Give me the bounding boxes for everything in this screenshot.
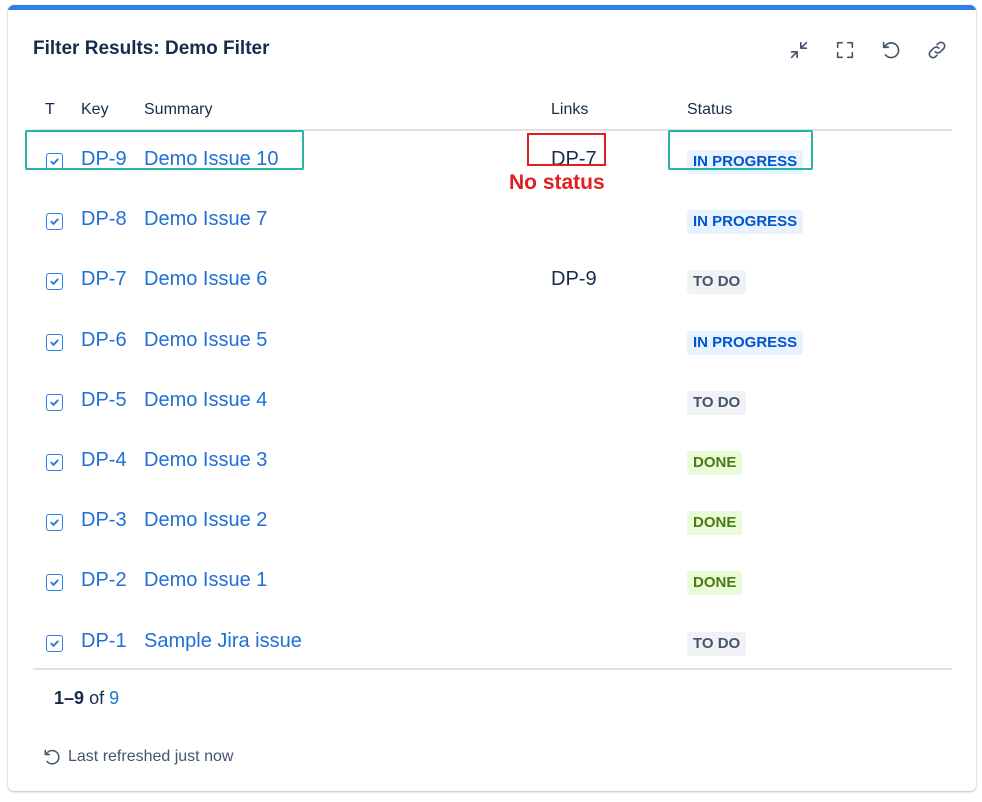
- status-badge: DONE: [687, 571, 743, 596]
- task-checkbox-icon: [46, 574, 63, 592]
- fullscreen-icon: [836, 41, 853, 58]
- gadget-title: Filter Results: Demo Filter: [33, 38, 270, 59]
- annotation-no-status: No status: [509, 171, 605, 194]
- pagination-count: 1–9 of 9: [54, 688, 119, 709]
- issue-key-link[interactable]: DP-1: [81, 630, 127, 653]
- issue-linked-key[interactable]: DP-9: [551, 268, 597, 291]
- issue-summary-link[interactable]: Demo Issue 5: [144, 329, 267, 352]
- of-label: of: [89, 688, 105, 708]
- task-checkbox-icon: [46, 273, 63, 291]
- filter-results-gadget: Filter Results: Demo Filter T Key Summar…: [8, 5, 976, 791]
- issue-summary-link[interactable]: Sample Jira issue: [144, 630, 302, 653]
- task-checkbox-icon: [46, 393, 63, 411]
- table-body: DP-9 Demo Issue 10 DP-7 IN PROGRESS DP-8 Demo…: [33, 131, 952, 673]
- task-checkbox-icon: [46, 213, 63, 231]
- column-header-links[interactable]: Links: [551, 101, 588, 119]
- table-row: DP-8 Demo Issue 7 IN PROGRESS: [33, 191, 952, 251]
- issue-key-link[interactable]: DP-7: [81, 268, 127, 291]
- highlight-box-link: [527, 133, 606, 166]
- gadget-accent-bar: [8, 5, 976, 10]
- minimize-icon: [790, 41, 807, 58]
- issue-summary-link[interactable]: Demo Issue 4: [144, 389, 267, 412]
- table-header: T Key Summary Links Status: [33, 93, 952, 131]
- results-table: T Key Summary Links Status DP-9 Demo Issu…: [33, 93, 952, 673]
- last-refreshed-text: Last refreshed just now: [68, 748, 234, 765]
- issue-summary-link[interactable]: Demo Issue 1: [144, 569, 267, 592]
- link-icon: [928, 41, 945, 58]
- column-header-summary[interactable]: Summary: [144, 101, 212, 119]
- table-row: DP-2 Demo Issue 1 DONE: [33, 552, 952, 612]
- table-divider: [33, 668, 952, 670]
- highlight-box-issue: [25, 130, 304, 170]
- refresh-icon: [882, 41, 899, 58]
- issue-key-link[interactable]: DP-2: [81, 569, 127, 592]
- task-checkbox-icon: [46, 333, 63, 351]
- task-checkbox-icon: [46, 514, 63, 532]
- table-row: DP-1 Sample Jira issue TO DO: [33, 613, 952, 673]
- table-row: DP-3 Demo Issue 2 DONE: [33, 492, 952, 552]
- table-row: DP-4 Demo Issue 3 DONE: [33, 432, 952, 492]
- issue-key-link[interactable]: DP-6: [81, 329, 127, 352]
- column-header-status[interactable]: Status: [687, 101, 732, 119]
- table-row: DP-7 Demo Issue 6 DP-9 TO DO: [33, 251, 952, 311]
- refresh-icon: [44, 749, 60, 765]
- issue-summary-link[interactable]: Demo Issue 7: [144, 208, 267, 231]
- result-range: 1–9: [54, 688, 85, 708]
- status-badge: IN PROGRESS: [687, 330, 804, 355]
- table-row: DP-5 Demo Issue 4 TO DO: [33, 372, 952, 432]
- status-badge: DONE: [687, 511, 743, 536]
- status-badge: TO DO: [687, 631, 747, 656]
- gadget-toolbar: [785, 36, 950, 63]
- issue-key-link[interactable]: DP-4: [81, 449, 127, 472]
- issue-key-link[interactable]: DP-5: [81, 389, 127, 412]
- status-badge: DONE: [687, 450, 743, 475]
- issue-summary-link[interactable]: Demo Issue 3: [144, 449, 267, 472]
- issue-summary-link[interactable]: Demo Issue 6: [144, 268, 267, 291]
- column-header-type[interactable]: T: [45, 101, 55, 119]
- status-badge: TO DO: [687, 390, 747, 415]
- issue-key-link[interactable]: DP-3: [81, 509, 127, 532]
- minimize-button[interactable]: [785, 36, 812, 63]
- issue-summary-link[interactable]: Demo Issue 2: [144, 509, 267, 532]
- table-row: DP-6 Demo Issue 5 IN PROGRESS: [33, 312, 952, 372]
- task-checkbox-icon: [46, 634, 63, 652]
- refresh-button[interactable]: [877, 36, 904, 63]
- task-checkbox-icon: [46, 453, 63, 471]
- fullscreen-button[interactable]: [831, 36, 858, 63]
- last-refreshed: Last refreshed just now: [42, 747, 233, 767]
- issue-key-link[interactable]: DP-8: [81, 208, 127, 231]
- copy-link-button[interactable]: [923, 36, 950, 63]
- status-badge: IN PROGRESS: [687, 210, 804, 235]
- column-header-key[interactable]: Key: [81, 101, 109, 119]
- result-total[interactable]: 9: [109, 688, 119, 708]
- status-badge: TO DO: [687, 270, 747, 295]
- highlight-box-status: [668, 130, 813, 170]
